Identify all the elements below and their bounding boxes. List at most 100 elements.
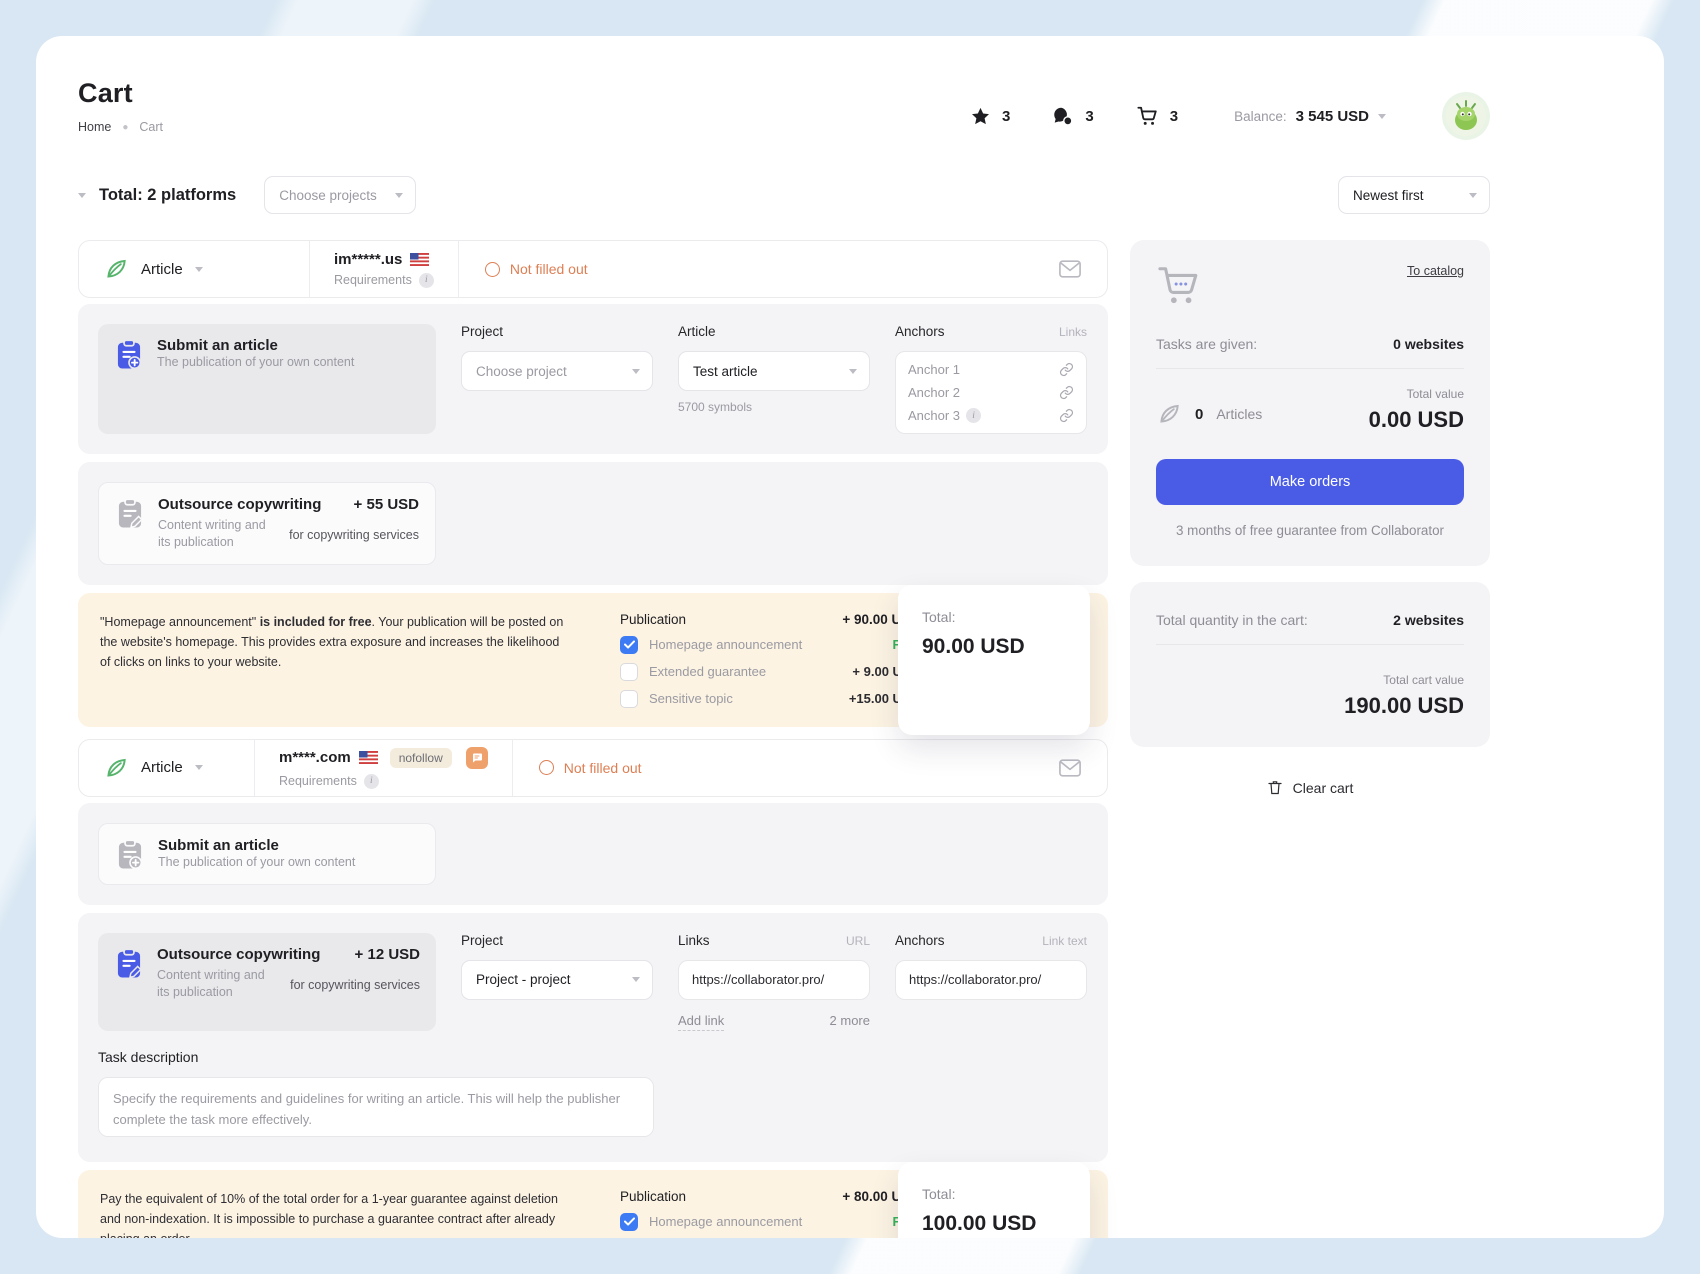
submit-article-title: Submit an article	[157, 337, 420, 354]
platform-domain[interactable]: im*****.us	[334, 251, 402, 268]
make-orders-button[interactable]: Make orders	[1156, 459, 1464, 505]
breadcrumb: Home ● Cart	[78, 120, 163, 134]
anchor-row-2[interactable]: Anchor 2	[896, 381, 1086, 404]
chevron-down-icon	[632, 977, 640, 982]
balance-label: Balance:	[1234, 109, 1287, 124]
outsource-note: for copywriting services	[290, 978, 420, 1001]
option-homepage-announcement[interactable]: Homepage announcement Free	[620, 1213, 920, 1231]
chevron-down-icon	[632, 369, 640, 374]
outsource-copywriting-option[interactable]: Outsource copywriting + 55 USD Content w…	[98, 482, 436, 565]
article-select[interactable]: Test article	[678, 351, 870, 391]
option-extended-guarantee[interactable]: Extended guarantee + 9.00 USD	[620, 663, 920, 681]
option-sensitive-topic[interactable]: Sensitive topic +15.00 USD	[620, 690, 920, 708]
submit-article-option[interactable]: Submit an article The publication of you…	[98, 823, 436, 885]
status-not-filled: Not filled out	[459, 261, 614, 277]
outsource-copywriting-option[interactable]: Outsource copywriting + 12 USD Content w…	[98, 933, 436, 1031]
chevron-down-icon	[195, 267, 203, 272]
sort-select[interactable]: Newest first	[1338, 176, 1490, 214]
platforms-list: Article im*****.us Requirements	[78, 240, 1108, 1238]
clipboard-add-icon	[114, 339, 144, 371]
cart-large-icon	[1156, 264, 1202, 306]
platform-domain-block: m****.com nofollow Requirements i	[255, 747, 512, 789]
message-publisher-button[interactable]	[1059, 759, 1107, 777]
add-link-button[interactable]: Add link	[678, 1013, 724, 1031]
info-icon[interactable]: i	[966, 408, 981, 423]
platform-1-notice: "Homepage announcement" is included for …	[78, 593, 1108, 727]
anchors-label: Anchors	[895, 933, 945, 948]
cart-icon	[1136, 105, 1159, 127]
checkbox-checked-icon[interactable]	[620, 636, 638, 654]
link-icon[interactable]	[1059, 408, 1074, 423]
cart-counter[interactable]: 3	[1136, 105, 1178, 127]
breadcrumb-home[interactable]: Home	[78, 120, 111, 134]
option-homepage-announcement[interactable]: Homepage announcement Free	[620, 636, 920, 654]
anchors-column: Anchors Link text	[895, 933, 1087, 1031]
checkbox-unchecked-icon[interactable]	[620, 663, 638, 681]
article-type-select[interactable]: Article	[79, 256, 309, 282]
quantity-value: 2 websites	[1393, 612, 1464, 628]
clear-cart-button[interactable]: Clear cart	[1130, 779, 1490, 796]
requirements-link[interactable]: Requirements i	[334, 273, 434, 288]
message-publisher-button[interactable]	[1059, 260, 1107, 278]
outsource-subtitle: Content writing and its publication	[158, 517, 279, 551]
clipboard-edit-icon	[114, 948, 144, 980]
total-value: 90.00 USD	[922, 635, 1066, 659]
anchor-text-input[interactable]	[895, 960, 1087, 1000]
feather-icon	[1156, 401, 1182, 427]
avatar[interactable]	[1442, 92, 1490, 140]
platform-2-total-card: Total: 100.00 USD	[898, 1162, 1090, 1238]
to-catalog-link[interactable]: To catalog	[1407, 264, 1464, 278]
favorites-counter[interactable]: 3	[970, 106, 1010, 127]
article-type-select[interactable]: Article	[79, 755, 254, 781]
chevron-down-icon	[195, 765, 203, 770]
checkbox-checked-icon[interactable]	[620, 1213, 638, 1231]
platform-1-body: Submit an article The publication of you…	[78, 304, 1108, 454]
project-select[interactable]: Choose project	[461, 351, 653, 391]
total-value: 100.00 USD	[922, 1212, 1066, 1236]
anchors-links-label: Links	[1059, 325, 1087, 339]
outsource-note: for copywriting services	[289, 528, 419, 551]
collapse-caret-icon[interactable]	[78, 193, 86, 198]
clipboard-add-icon	[115, 839, 145, 871]
chevron-down-icon	[1378, 114, 1386, 119]
link-url-input[interactable]	[678, 960, 870, 1000]
publication-label: Publication	[620, 612, 686, 627]
publisher-note-icon[interactable]	[466, 747, 488, 769]
messages-counter[interactable]: 3	[1052, 106, 1093, 127]
submit-article-option[interactable]: Submit an article The publication of you…	[98, 324, 436, 434]
task-description-input[interactable]	[98, 1077, 654, 1137]
top-bar: Cart Home ● Cart 3 3	[78, 78, 1490, 140]
choose-projects-select[interactable]: Choose projects	[264, 176, 416, 214]
project-select[interactable]: Project - project	[461, 960, 653, 1000]
trash-icon	[1267, 779, 1283, 796]
requirements-link[interactable]: Requirements i	[279, 774, 488, 789]
info-icon[interactable]: i	[419, 273, 434, 288]
more-links-count[interactable]: 2 more	[830, 1013, 870, 1031]
star-icon	[970, 106, 991, 127]
article-type-label: Article	[141, 261, 183, 278]
url-column-label: URL	[846, 934, 870, 948]
cart-summary-sidebar: To catalog Tasks are given: 0 websites 0…	[1130, 240, 1490, 796]
platform-domain[interactable]: m****.com	[279, 749, 351, 766]
clear-cart-label: Clear cart	[1293, 780, 1354, 796]
anchor-row-1[interactable]: Anchor 1	[896, 358, 1086, 381]
articles-count: 0	[1195, 406, 1203, 423]
guarantee-note: 3 months of free guarantee from Collabor…	[1156, 523, 1464, 538]
checkbox-unchecked-icon[interactable]	[620, 690, 638, 708]
status-circle-icon	[539, 760, 554, 775]
link-icon[interactable]	[1059, 362, 1074, 377]
links-column: Links URL Add link 2 more	[678, 933, 870, 1031]
link-icon[interactable]	[1059, 385, 1074, 400]
info-icon[interactable]: i	[364, 774, 379, 789]
status-not-filled: Not filled out	[513, 760, 668, 776]
choose-projects-value: Choose projects	[279, 188, 377, 203]
divider	[1156, 644, 1464, 645]
total-value: 0.00 USD	[1369, 407, 1464, 433]
anchor-row-3[interactable]: Anchor 3 i	[896, 404, 1086, 427]
header-actions: 3 3 3 Balance: 3 545 USD	[970, 92, 1490, 140]
outsource-title: Outsource copywriting	[158, 496, 321, 513]
status-label: Not filled out	[564, 760, 642, 776]
us-flag-icon	[410, 253, 429, 266]
task-description-label: Task description	[98, 1049, 1088, 1065]
balance[interactable]: Balance: 3 545 USD	[1234, 108, 1386, 125]
